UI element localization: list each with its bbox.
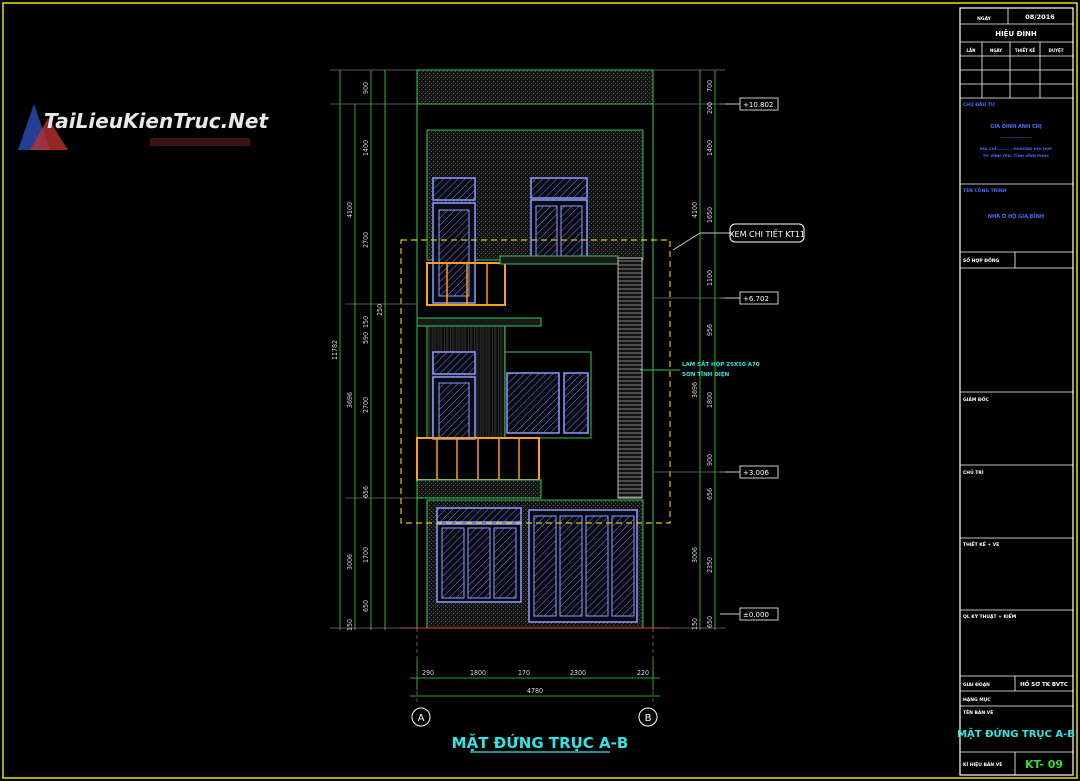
tb-rev-col-1: LẦN	[967, 48, 976, 53]
dim-bottom-4: 2300	[570, 669, 586, 677]
tb-rev-col-2: NGÀY	[990, 48, 1002, 53]
dim-right-outer-3: 3006	[691, 547, 699, 563]
dim-bottom-2: 1800	[470, 669, 486, 677]
tb-director-label: GIÁM ĐỐC	[963, 395, 989, 403]
tb-phase-label: GIAI ĐOẠN	[963, 682, 990, 688]
tb-sheet-name: MẶT ĐỨNG TRỤC A-B	[957, 726, 1075, 740]
dim-right-inner-5: 1100	[706, 270, 714, 286]
dim-left-inner-9: 1700	[362, 547, 370, 563]
level-6702: +6.702	[743, 295, 769, 303]
tb-owner-addr2: TP. VĨNH YÊN, TỈNH VĨNH PHÚC	[983, 153, 1050, 158]
canopy-top-box	[499, 255, 619, 265]
watermark-logo: TaiLieuKienTruc.Net	[18, 104, 269, 150]
balcony-slab	[416, 479, 542, 499]
svg-text:A: A	[418, 713, 425, 724]
dim-right-inner-9: 656	[706, 488, 714, 500]
elevation-drawing: TaiLieuKienTruc.Net XEM CHI TIẾT KT11 LA…	[2, 2, 1078, 779]
material-note-line1: LAM SẮT HỘP 25X50 A70	[682, 360, 760, 368]
level-0000: ±0.000	[743, 611, 769, 619]
dim-right-outer-2: 3696	[691, 382, 699, 398]
dim-right-inner-11: 650	[706, 616, 714, 628]
dim-right-inner-1: 700	[706, 80, 714, 92]
dim-left-inner-10: 650	[362, 600, 370, 612]
facade	[400, 69, 671, 629]
level-10802: +10.802	[743, 101, 773, 109]
grid-bubble-a: A	[411, 707, 431, 727]
drawing-title: MẶT ĐỨNG TRỤC A-B	[452, 732, 629, 752]
tb-sheet-name-label: TÊN BẢN VẼ	[963, 708, 993, 716]
ground-window-left-transom	[436, 507, 522, 523]
dim-left-mid-3: 3006	[346, 554, 354, 570]
dim-right-outer-4: 150	[691, 618, 699, 630]
material-note-line2: SƠN TĨNH ĐIỆN	[682, 370, 730, 378]
dim-left-mid-4: 150	[346, 619, 354, 631]
dim-left-inner-3: 2700	[362, 232, 370, 248]
svg-text:B: B	[645, 713, 652, 724]
tb-owner-name: GIA ĐÌNH ANH CHỊ	[990, 122, 1042, 130]
top-window-right-transom	[530, 177, 588, 199]
dim-left-mid-2: 3696	[346, 392, 354, 408]
dim-right-inner-10: 2350	[706, 557, 714, 573]
dim-bottom-5: 220	[637, 669, 649, 677]
tb-phase-value: HỒ SƠ TK BVTC	[1020, 679, 1068, 688]
second-window-small	[563, 372, 589, 434]
tb-project-name: NHÀ Ở HỘ GIA ĐÌNH	[988, 212, 1044, 220]
dim-bottom-1: 290	[422, 669, 434, 677]
tb-sheet-no-label: KÍ HIỆU BẢN VẼ	[963, 760, 1002, 768]
tb-rev-col-3: THIẾT KẾ	[1015, 47, 1036, 53]
tb-project-label: TÊN CÔNG TRÌNH	[963, 186, 1007, 194]
tb-date-label: NGÀY	[977, 15, 992, 22]
detail-callout-text: XEM CHI TIẾT KT11	[729, 228, 805, 239]
dim-right-inner-6: 956	[706, 324, 714, 336]
grid-bubble-b: B	[638, 707, 658, 727]
tb-owner-addr1: ĐỊA CHỈ:...........PHƯỜNG HỢI HỢP	[980, 146, 1052, 151]
dim-left-inner-7: 2700	[362, 397, 370, 413]
level-markers	[720, 97, 779, 621]
tb-sheet-no: KT- 09	[1025, 758, 1063, 771]
tb-owner-line2: .....................	[1000, 134, 1032, 139]
dim-right-inner-2: 200	[706, 102, 714, 114]
dim-bottom-3: 170	[518, 669, 530, 677]
dim-right-inner-7: 1800	[706, 392, 714, 408]
tb-qc-label: QL KỸ THUẬT + KIỂM	[963, 612, 1017, 620]
second-window-large	[506, 372, 560, 434]
dim-right-inner-4: 1650	[706, 207, 714, 223]
dim-left-inner-6: 590	[362, 332, 370, 344]
canopy-slab	[416, 317, 542, 327]
dim-left-inner-5: 250	[376, 304, 384, 316]
tb-contract-label: SỐ HỢP ĐỒNG	[963, 255, 1000, 264]
tb-rev-col-4: DUYỆT	[1049, 48, 1064, 53]
tb-chief-label: CHỦ TRÌ	[963, 468, 984, 476]
dim-right-inner-3: 1400	[706, 140, 714, 156]
dim-left-mid-1: 4100	[346, 202, 354, 218]
tb-designer-label: THIẾT KẾ + VẼ	[963, 540, 999, 548]
tb-category-label: HẠNG MỤC	[963, 697, 991, 703]
louver-column	[617, 257, 643, 499]
dim-right-inner-8: 900	[706, 454, 714, 466]
tb-owner-label: CHỦ ĐẦU TƯ	[963, 99, 995, 108]
detail-callout: XEM CHI TIẾT KT11	[672, 223, 805, 251]
dim-left-inner-8: 656	[362, 486, 370, 498]
level-3006: +3.006	[743, 469, 769, 477]
watermark-text: TaiLieuKienTruc.Net	[44, 109, 269, 133]
dim-right-outer-1: 4100	[691, 202, 699, 218]
tb-date-value: 08/2016	[1025, 13, 1055, 21]
tb-revision-header: HIỆU ĐÍNH	[995, 29, 1037, 38]
dim-left-inner-1: 900	[362, 82, 370, 94]
dim-left-inner-4: 150	[362, 316, 370, 328]
parapet	[416, 69, 654, 105]
top-window-left-transom	[432, 177, 476, 201]
dim-bottom-total: 4780	[527, 687, 543, 695]
dim-left-inner-2: 1400	[362, 140, 370, 156]
dim-left-outer: 11782	[331, 340, 339, 360]
second-window-transom	[432, 351, 476, 375]
